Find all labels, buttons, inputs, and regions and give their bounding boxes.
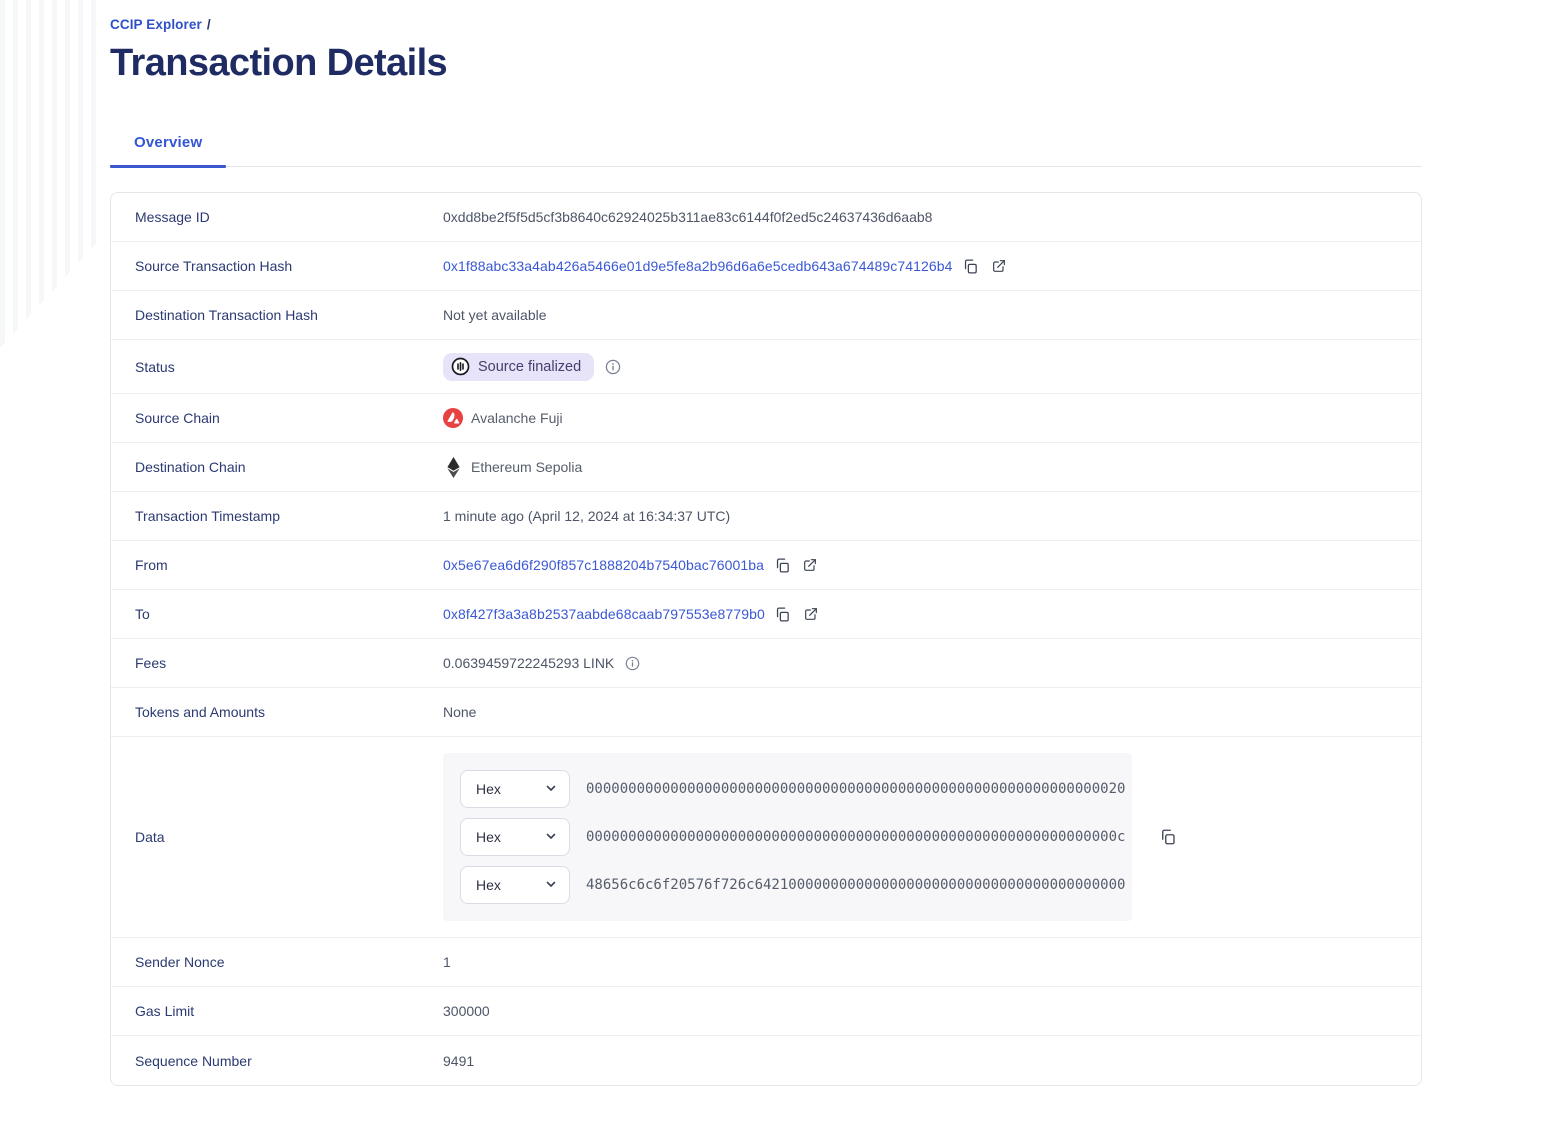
data-hex-value: 0000000000000000000000000000000000000000… bbox=[586, 829, 1126, 845]
chevron-down-icon bbox=[545, 877, 557, 893]
to-address-link[interactable]: 0x8f427f3a3a8b2537aabde68caab797553e8779… bbox=[443, 606, 765, 622]
row-label: Transaction Timestamp bbox=[135, 508, 280, 524]
row-label: Source Transaction Hash bbox=[135, 258, 293, 274]
encoding-select[interactable]: Hex bbox=[460, 770, 570, 808]
tokens-and-amounts-value: None bbox=[443, 704, 477, 720]
row-label: Status bbox=[135, 358, 175, 375]
gas-limit-value: 300000 bbox=[443, 1003, 490, 1019]
row-label: Destination Transaction Hash bbox=[135, 307, 318, 323]
row-transaction-timestamp: Transaction Timestamp 1 minute ago (Apri… bbox=[111, 492, 1421, 541]
row-label: Sender Nonce bbox=[135, 954, 225, 970]
source-chain-name: Avalanche Fuji bbox=[471, 410, 563, 426]
timestamp-value: 1 minute ago (April 12, 2024 at 16:34:37… bbox=[443, 508, 731, 524]
fees-value: 0.0639459722245293 LINK bbox=[443, 655, 615, 671]
tab-bar: Overview bbox=[110, 134, 1422, 168]
row-source-chain: Source Chain Avalanche Fuji bbox=[111, 394, 1421, 443]
copy-icon[interactable] bbox=[773, 604, 793, 624]
page-title: Transaction Details bbox=[110, 42, 448, 84]
encoding-select-value: Hex bbox=[476, 877, 501, 893]
encoding-select-value: Hex bbox=[476, 829, 501, 845]
encoding-select-value: Hex bbox=[476, 781, 501, 797]
chevron-down-icon bbox=[545, 829, 557, 845]
encoding-select[interactable]: Hex bbox=[460, 818, 570, 856]
row-gas-limit: Gas Limit 300000 bbox=[111, 987, 1421, 1036]
breadcrumb: CCIP Explorer / bbox=[110, 0, 1422, 32]
page-container: CCIP Explorer / Transaction Details Overv… bbox=[110, 0, 1422, 1112]
row-destination-transaction-hash: Destination Transaction Hash Not yet ava… bbox=[111, 291, 1421, 340]
background-stripes-decoration bbox=[0, 0, 96, 348]
destination-tx-hash-value: Not yet available bbox=[443, 307, 547, 323]
data-hex-value: 48656c6c6f20576f726c64210000000000000000… bbox=[586, 877, 1126, 893]
row-label: Gas Limit bbox=[135, 1003, 195, 1019]
finalized-circle-icon bbox=[451, 357, 470, 376]
row-status: Status Source finalized bbox=[111, 340, 1421, 394]
chevron-down-icon bbox=[545, 781, 557, 797]
tab-overview[interactable]: Overview bbox=[110, 134, 227, 168]
info-icon[interactable] bbox=[605, 359, 621, 375]
row-label: Tokens and Amounts bbox=[135, 704, 265, 720]
data-hex-value: 0000000000000000000000000000000000000000… bbox=[586, 781, 1126, 797]
data-line: Hex 000000000000000000000000000000000000… bbox=[460, 818, 1125, 856]
breadcrumb-separator: / bbox=[206, 17, 211, 32]
message-id-value: 0xdd8be2f5f5d5cf3b8640c62924025b311ae83c… bbox=[443, 209, 933, 225]
encoding-select[interactable]: Hex bbox=[460, 866, 570, 904]
status-badge-label: Source finalized bbox=[478, 358, 582, 375]
transaction-details-card: Message ID 0xdd8be2f5f5d5cf3b8640c629240… bbox=[110, 192, 1422, 1086]
destination-chain-name: Ethereum Sepolia bbox=[471, 459, 583, 475]
copy-icon[interactable] bbox=[772, 555, 792, 575]
row-label: Data bbox=[135, 829, 165, 845]
row-label: From bbox=[135, 557, 168, 573]
copy-icon[interactable] bbox=[961, 256, 981, 276]
row-sequence-number: Sequence Number 9491 bbox=[111, 1036, 1421, 1085]
row-fees: Fees 0.0639459722245293 LINK bbox=[111, 639, 1421, 688]
row-sender-nonce: Sender Nonce 1 bbox=[111, 938, 1421, 987]
row-label: Source Chain bbox=[135, 410, 220, 426]
sender-nonce-value: 1 bbox=[443, 954, 451, 970]
row-from: From 0x5e67ea6d6f290f857c1888204b7540bac… bbox=[111, 541, 1421, 590]
external-link-icon[interactable] bbox=[800, 555, 820, 575]
ethereum-icon bbox=[443, 456, 463, 478]
data-line: Hex 000000000000000000000000000000000000… bbox=[460, 770, 1125, 808]
from-address-link[interactable]: 0x5e67ea6d6f290f857c1888204b7540bac76001… bbox=[443, 557, 764, 573]
row-label: Destination Chain bbox=[135, 459, 246, 475]
status-badge: Source finalized bbox=[443, 352, 595, 381]
row-data: Data Hex 0000000000000000000000000000000… bbox=[111, 737, 1421, 938]
info-icon[interactable] bbox=[625, 656, 640, 671]
row-tokens-and-amounts: Tokens and Amounts None bbox=[111, 688, 1421, 737]
row-destination-chain: Destination Chain Ethereum Sepolia bbox=[111, 443, 1421, 492]
data-hex-box: Hex 000000000000000000000000000000000000… bbox=[443, 753, 1132, 921]
row-source-transaction-hash: Source Transaction Hash 0x1f88abc33a4ab4… bbox=[111, 242, 1421, 291]
external-link-icon[interactable] bbox=[801, 604, 821, 624]
avalanche-icon bbox=[443, 408, 463, 428]
copy-icon[interactable] bbox=[1158, 827, 1178, 847]
data-line: Hex 48656c6c6f20576f726c6421000000000000… bbox=[460, 866, 1125, 904]
source-tx-hash-link[interactable]: 0x1f88abc33a4ab426a5466e01d9e5fe8a2b96d6… bbox=[443, 258, 953, 274]
row-label: Sequence Number bbox=[135, 1052, 252, 1069]
row-message-id: Message ID 0xdd8be2f5f5d5cf3b8640c629240… bbox=[111, 193, 1421, 242]
row-to: To 0x8f427f3a3a8b2537aabde68caab797553e8… bbox=[111, 590, 1421, 639]
sequence-number-value: 9491 bbox=[443, 1052, 475, 1069]
row-label: To bbox=[135, 606, 150, 622]
row-label: Fees bbox=[135, 655, 167, 671]
row-label: Message ID bbox=[135, 209, 210, 225]
breadcrumb-link-ccip-explorer[interactable]: CCIP Explorer bbox=[110, 17, 202, 32]
external-link-icon[interactable] bbox=[989, 256, 1009, 276]
